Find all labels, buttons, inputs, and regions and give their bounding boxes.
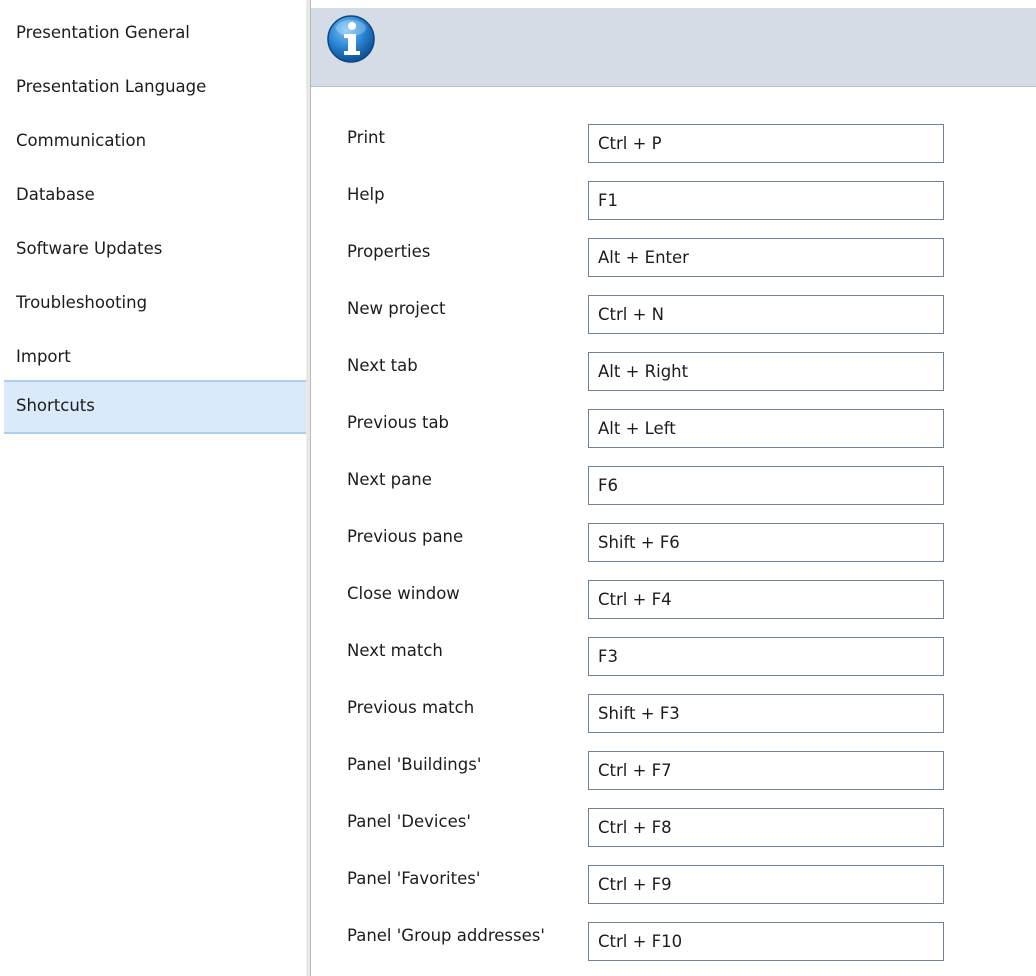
shortcut-field-print[interactable] xyxy=(588,124,944,163)
shortcut-field-next-tab[interactable] xyxy=(588,352,944,391)
shortcut-label-help: Help xyxy=(347,185,385,204)
shortcuts-panel: Print Help Properties New project Next t… xyxy=(311,87,1036,976)
shortcut-label-next-tab: Next tab xyxy=(347,356,418,375)
shortcut-label-close-window: Close window xyxy=(347,584,460,603)
shortcut-field-panel-devices[interactable] xyxy=(588,808,944,847)
shortcut-field-panel-group-addresses[interactable] xyxy=(588,922,944,961)
info-icon xyxy=(325,13,377,65)
shortcut-field-panel-buildings[interactable] xyxy=(588,751,944,790)
shortcut-label-properties: Properties xyxy=(347,242,431,261)
sidebar-item-communication[interactable]: Communication xyxy=(4,114,306,164)
sidebar-item-software-updates[interactable]: Software Updates xyxy=(4,222,306,272)
shortcut-field-panel-favorites[interactable] xyxy=(588,865,944,904)
shortcut-label-panel-devices: Panel 'Devices' xyxy=(347,812,471,831)
shortcut-field-next-match[interactable] xyxy=(588,637,944,676)
sidebar-item-troubleshooting[interactable]: Troubleshooting xyxy=(4,276,306,326)
shortcut-field-properties[interactable] xyxy=(588,238,944,277)
shortcut-field-previous-match[interactable] xyxy=(588,694,944,733)
shortcut-label-next-match: Next match xyxy=(347,641,443,660)
shortcut-label-print: Print xyxy=(347,128,385,147)
sidebar-item-import[interactable]: Import xyxy=(4,330,306,380)
shortcut-field-new-project[interactable] xyxy=(588,295,944,334)
sidebar-item-shortcuts[interactable]: Shortcuts xyxy=(4,380,306,434)
sidebar-item-database[interactable]: Database xyxy=(4,168,306,218)
sidebar-item-presentation-language[interactable]: Presentation Language xyxy=(4,60,306,110)
shortcut-field-next-pane[interactable] xyxy=(588,466,944,505)
shortcut-field-help[interactable] xyxy=(588,181,944,220)
shortcut-label-panel-buildings: Panel 'Buildings' xyxy=(347,755,482,774)
shortcut-label-previous-pane: Previous pane xyxy=(347,527,464,546)
shortcut-field-previous-pane[interactable] xyxy=(588,523,944,562)
shortcut-label-panel-favorites: Panel 'Favorites' xyxy=(347,869,481,888)
info-header xyxy=(311,8,1036,87)
settings-sidebar: Presentation General Presentation Langua… xyxy=(0,0,306,976)
shortcut-field-previous-tab[interactable] xyxy=(588,409,944,448)
shortcut-label-previous-match: Previous match xyxy=(347,698,475,717)
shortcut-label-panel-group-addresses: Panel 'Group addresses' xyxy=(347,926,545,945)
shortcut-field-close-window[interactable] xyxy=(588,580,944,619)
shortcut-label-new-project: New project xyxy=(347,299,446,318)
sidebar-item-presentation-general[interactable]: Presentation General xyxy=(4,6,306,56)
shortcut-label-next-pane: Next pane xyxy=(347,470,432,489)
shortcut-label-previous-tab: Previous tab xyxy=(347,413,450,432)
